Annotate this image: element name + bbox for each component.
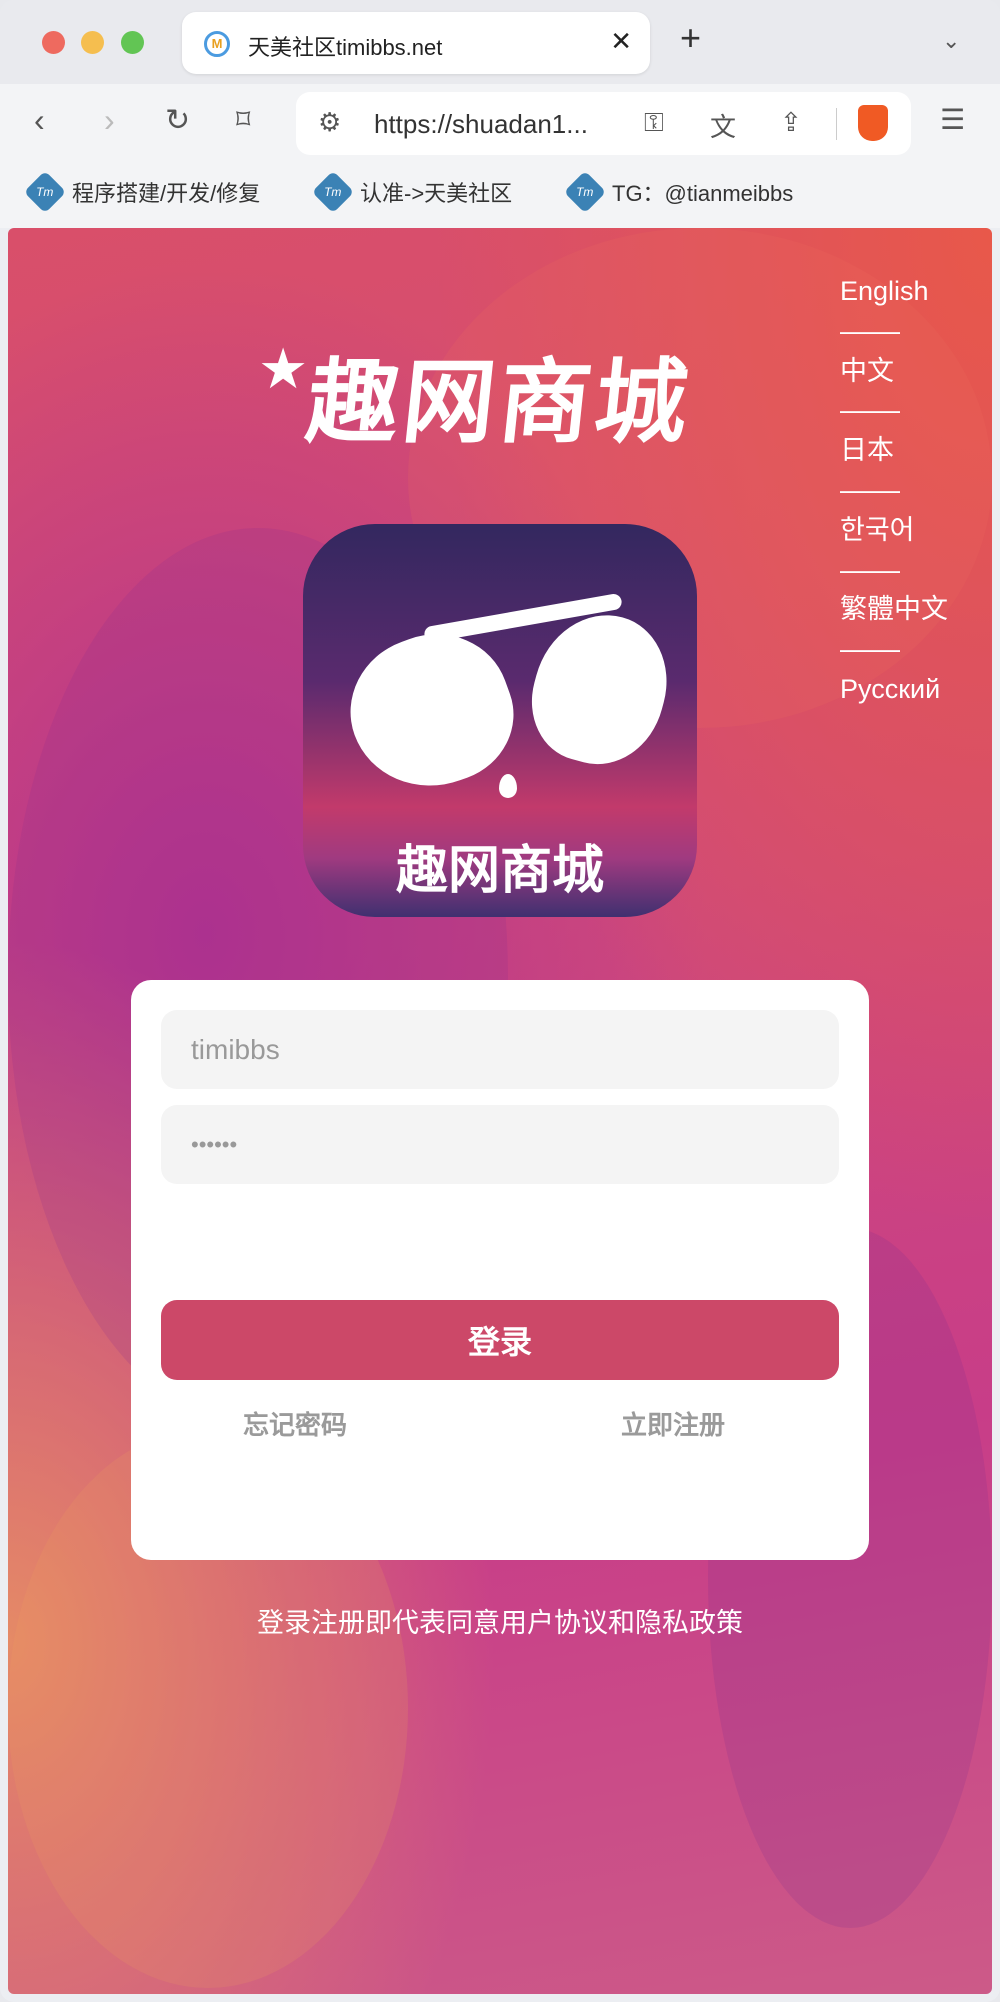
reload-icon[interactable]: ↻ bbox=[165, 106, 190, 136]
close-window-button[interactable] bbox=[42, 31, 65, 54]
divider bbox=[836, 108, 837, 140]
browser-window: M 天美社区timibbs.net ✕ + ⌄ ‹ › ↻ ⌑ ⚙ https:… bbox=[0, 0, 1000, 2002]
site-favicon-icon: M bbox=[204, 31, 230, 57]
app-logo: 趣网商城 bbox=[303, 524, 697, 917]
back-icon[interactable]: ‹ bbox=[34, 104, 45, 136]
divider: –––– bbox=[840, 474, 901, 505]
lang-traditional-chinese[interactable]: 繁體中文 bbox=[840, 590, 948, 630]
active-tab[interactable]: M 天美社区timibbs.net ✕ bbox=[182, 12, 650, 74]
lang-russian[interactable]: Русский bbox=[840, 670, 948, 710]
toolbar: ‹ › ↻ ⌑ ⚙ https://shuadan1... ⚿ 文 ⇪ ☰ bbox=[0, 84, 1000, 164]
brand-title: 趣网商城 bbox=[301, 352, 697, 454]
tab-bar: M 天美社区timibbs.net ✕ + ⌄ bbox=[0, 0, 1000, 84]
app-logo-label: 趣网商城 bbox=[395, 842, 604, 900]
login-button[interactable]: 登录 bbox=[161, 1300, 839, 1380]
site-settings-icon[interactable]: ⚙ bbox=[318, 107, 341, 138]
register-link[interactable]: 立即注册 bbox=[621, 1405, 725, 1442]
tm-logo-icon: Tm bbox=[563, 170, 607, 214]
forgot-password-link[interactable]: 忘记密码 bbox=[243, 1405, 347, 1442]
lang-korean[interactable]: 한국어 bbox=[840, 511, 948, 551]
bookmark-icon[interactable]: ⌑ bbox=[236, 106, 250, 134]
login-page: English –––– 中文 –––– 日本 –––– 한국어 –––– 繁體… bbox=[8, 228, 992, 1994]
new-tab-icon[interactable]: + bbox=[680, 20, 701, 56]
share-icon[interactable]: ⇪ bbox=[780, 107, 802, 138]
username-input[interactable] bbox=[161, 1010, 839, 1089]
tab-list-chevron-icon[interactable]: ⌄ bbox=[942, 28, 960, 54]
bookmark-item[interactable]: Tm 程序搭建/开发/修复 bbox=[23, 170, 261, 214]
forward-icon[interactable]: › bbox=[104, 104, 115, 136]
bookmarks-bar: Tm 程序搭建/开发/修复 Tm 认准->天美社区 Tm TG：@tianmeibbs bbox=[0, 164, 1000, 228]
bookmark-label: TG：@tianmeibbs bbox=[612, 181, 794, 206]
translate-icon[interactable]: 文 bbox=[710, 107, 736, 144]
logo-shape bbox=[517, 599, 683, 779]
brave-shields-icon[interactable] bbox=[858, 105, 888, 141]
bookmark-item[interactable]: Tm 认准->天美社区 bbox=[311, 170, 513, 214]
password-input[interactable] bbox=[161, 1105, 839, 1184]
bookmark-label: 认准->天美社区 bbox=[360, 181, 513, 206]
bookmark-item[interactable]: Tm TG：@tianmeibbs bbox=[563, 170, 794, 214]
lang-english[interactable]: English bbox=[840, 272, 948, 312]
maximize-window-button[interactable] bbox=[121, 31, 144, 54]
tab-title: 天美社区timibbs.net bbox=[248, 35, 443, 60]
divider: –––– bbox=[840, 554, 901, 585]
key-icon[interactable]: ⚿ bbox=[644, 107, 664, 139]
address-bar[interactable]: ⚙ https://shuadan1... ⚿ 文 ⇪ bbox=[296, 92, 911, 155]
menu-icon[interactable]: ☰ bbox=[940, 106, 965, 134]
tm-logo-icon: Tm bbox=[311, 170, 355, 214]
tm-logo-icon: Tm bbox=[23, 170, 67, 214]
login-card: 登录 忘记密码 立即注册 bbox=[131, 980, 869, 1560]
close-tab-icon[interactable]: ✕ bbox=[610, 26, 632, 57]
minimize-window-button[interactable] bbox=[81, 31, 104, 54]
bookmark-label: 程序搭建/开发/修复 bbox=[72, 181, 261, 206]
logo-shape bbox=[499, 774, 517, 798]
url-text[interactable]: https://shuadan1... bbox=[374, 109, 588, 140]
divider: –––– bbox=[840, 634, 901, 665]
agreement-text[interactable]: 登录注册即代表同意用户协议和隐私政策 bbox=[8, 1601, 992, 1640]
